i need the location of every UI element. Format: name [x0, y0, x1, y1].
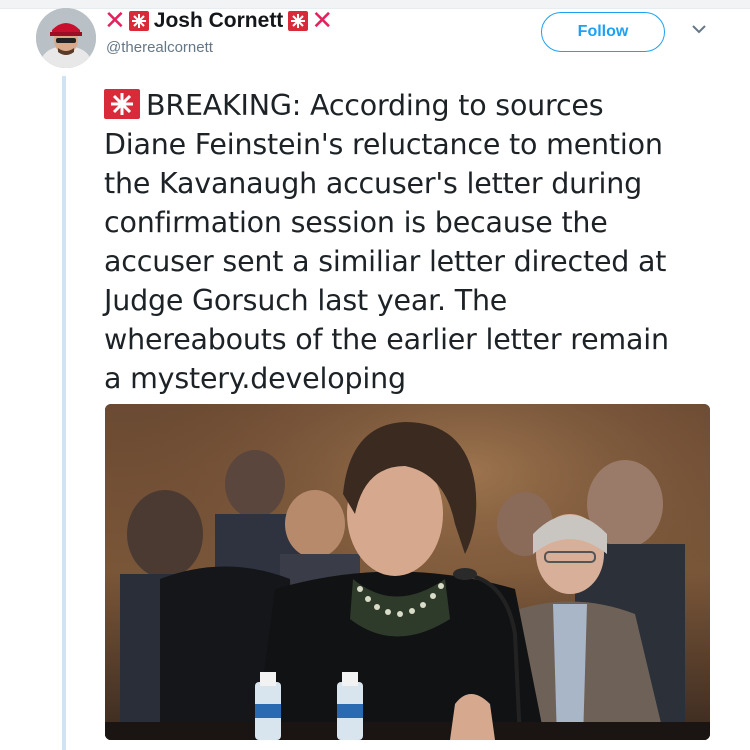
tweet-text-line: BREAKING: According to sources — [104, 86, 724, 125]
siren-emoji-icon — [128, 11, 149, 31]
tweet-text-line: Diane Feinstein's reluctance to mention — [104, 128, 663, 161]
tweet-text-line: a mystery.developing — [104, 362, 406, 395]
chevron-down-icon[interactable] — [690, 22, 708, 36]
photo-image — [105, 404, 710, 740]
author-name-row[interactable]: ✕ Josh Cornett ✕ — [104, 6, 333, 36]
tweet-text-line: the Kavanaugh accuser's letter during — [104, 167, 642, 200]
cross-mark-icon: ✕ — [311, 6, 334, 36]
siren-emoji-icon — [104, 89, 140, 119]
thread-line — [62, 76, 66, 750]
avatar[interactable] — [36, 8, 96, 68]
tweet-text-line: confirmation session is because the — [104, 206, 608, 239]
tweet-text-line: accuser sent a similiar letter directed … — [104, 245, 667, 278]
tweet-photo[interactable] — [105, 404, 710, 740]
cross-mark-icon: ✕ — [104, 6, 126, 36]
tweet-text-line: whereabouts of the earlier letter remain — [104, 323, 669, 356]
follow-button[interactable]: Follow — [541, 12, 665, 52]
user-handle[interactable]: @therealcornett — [106, 39, 213, 56]
tweet-text-line: Judge Gorsuch last year. The — [104, 284, 508, 317]
tweet-text: BREAKING: According to sources Diane Fei… — [104, 86, 724, 398]
siren-emoji-icon — [288, 11, 309, 31]
display-name[interactable]: Josh Cornett — [154, 9, 284, 33]
avatar-image — [36, 8, 96, 68]
